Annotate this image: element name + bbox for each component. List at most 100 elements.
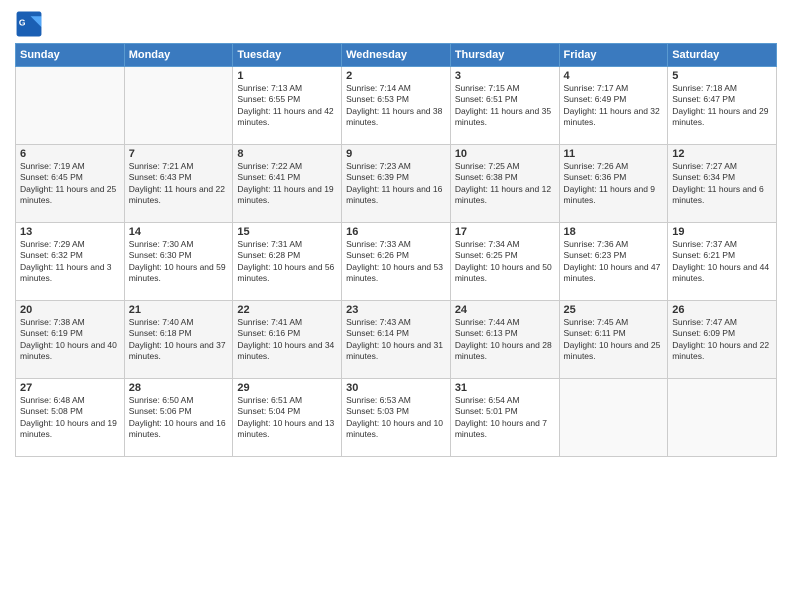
day-info: Sunrise: 7:27 AM Sunset: 6:34 PM Dayligh… <box>672 161 772 207</box>
calendar-cell: 29Sunrise: 6:51 AM Sunset: 5:04 PM Dayli… <box>233 379 342 457</box>
calendar-cell <box>559 379 668 457</box>
calendar-cell: 25Sunrise: 7:45 AM Sunset: 6:11 PM Dayli… <box>559 301 668 379</box>
calendar-table: SundayMondayTuesdayWednesdayThursdayFrid… <box>15 43 777 457</box>
calendar-cell: 4Sunrise: 7:17 AM Sunset: 6:49 PM Daylig… <box>559 67 668 145</box>
calendar-cell: 13Sunrise: 7:29 AM Sunset: 6:32 PM Dayli… <box>16 223 125 301</box>
header-row: G <box>15 10 777 38</box>
calendar-cell: 9Sunrise: 7:23 AM Sunset: 6:39 PM Daylig… <box>342 145 451 223</box>
calendar-cell: 22Sunrise: 7:41 AM Sunset: 6:16 PM Dayli… <box>233 301 342 379</box>
logo-icon: G <box>15 10 43 38</box>
calendar-cell: 19Sunrise: 7:37 AM Sunset: 6:21 PM Dayli… <box>668 223 777 301</box>
day-number: 27 <box>20 382 120 394</box>
day-info: Sunrise: 7:21 AM Sunset: 6:43 PM Dayligh… <box>129 161 229 207</box>
day-number: 29 <box>237 382 337 394</box>
calendar-cell: 2Sunrise: 7:14 AM Sunset: 6:53 PM Daylig… <box>342 67 451 145</box>
day-number: 18 <box>564 226 664 238</box>
day-number: 19 <box>672 226 772 238</box>
day-header-thursday: Thursday <box>450 44 559 67</box>
day-info: Sunrise: 7:41 AM Sunset: 6:16 PM Dayligh… <box>237 317 337 363</box>
calendar-cell: 23Sunrise: 7:43 AM Sunset: 6:14 PM Dayli… <box>342 301 451 379</box>
calendar-cell: 28Sunrise: 6:50 AM Sunset: 5:06 PM Dayli… <box>124 379 233 457</box>
day-info: Sunrise: 7:14 AM Sunset: 6:53 PM Dayligh… <box>346 83 446 129</box>
day-number: 28 <box>129 382 229 394</box>
day-number: 21 <box>129 304 229 316</box>
day-number: 3 <box>455 70 555 82</box>
day-number: 20 <box>20 304 120 316</box>
day-number: 22 <box>237 304 337 316</box>
day-number: 17 <box>455 226 555 238</box>
day-number: 11 <box>564 148 664 160</box>
calendar-cell: 16Sunrise: 7:33 AM Sunset: 6:26 PM Dayli… <box>342 223 451 301</box>
week-row-5: 27Sunrise: 6:48 AM Sunset: 5:08 PM Dayli… <box>16 379 777 457</box>
week-row-2: 6Sunrise: 7:19 AM Sunset: 6:45 PM Daylig… <box>16 145 777 223</box>
calendar-cell: 1Sunrise: 7:13 AM Sunset: 6:55 PM Daylig… <box>233 67 342 145</box>
day-number: 8 <box>237 148 337 160</box>
day-header-tuesday: Tuesday <box>233 44 342 67</box>
day-header-friday: Friday <box>559 44 668 67</box>
day-number: 9 <box>346 148 446 160</box>
day-header-monday: Monday <box>124 44 233 67</box>
day-number: 7 <box>129 148 229 160</box>
day-header-wednesday: Wednesday <box>342 44 451 67</box>
calendar-cell: 18Sunrise: 7:36 AM Sunset: 6:23 PM Dayli… <box>559 223 668 301</box>
day-info: Sunrise: 7:47 AM Sunset: 6:09 PM Dayligh… <box>672 317 772 363</box>
day-info: Sunrise: 7:38 AM Sunset: 6:19 PM Dayligh… <box>20 317 120 363</box>
day-number: 12 <box>672 148 772 160</box>
week-row-3: 13Sunrise: 7:29 AM Sunset: 6:32 PM Dayli… <box>16 223 777 301</box>
day-info: Sunrise: 7:13 AM Sunset: 6:55 PM Dayligh… <box>237 83 337 129</box>
day-number: 1 <box>237 70 337 82</box>
day-info: Sunrise: 7:34 AM Sunset: 6:25 PM Dayligh… <box>455 239 555 285</box>
day-number: 5 <box>672 70 772 82</box>
day-number: 26 <box>672 304 772 316</box>
day-info: Sunrise: 7:43 AM Sunset: 6:14 PM Dayligh… <box>346 317 446 363</box>
day-number: 6 <box>20 148 120 160</box>
day-info: Sunrise: 7:23 AM Sunset: 6:39 PM Dayligh… <box>346 161 446 207</box>
calendar-cell: 7Sunrise: 7:21 AM Sunset: 6:43 PM Daylig… <box>124 145 233 223</box>
day-info: Sunrise: 7:33 AM Sunset: 6:26 PM Dayligh… <box>346 239 446 285</box>
week-row-4: 20Sunrise: 7:38 AM Sunset: 6:19 PM Dayli… <box>16 301 777 379</box>
day-number: 4 <box>564 70 664 82</box>
day-info: Sunrise: 7:44 AM Sunset: 6:13 PM Dayligh… <box>455 317 555 363</box>
week-row-1: 1Sunrise: 7:13 AM Sunset: 6:55 PM Daylig… <box>16 67 777 145</box>
calendar-cell: 20Sunrise: 7:38 AM Sunset: 6:19 PM Dayli… <box>16 301 125 379</box>
day-info: Sunrise: 7:30 AM Sunset: 6:30 PM Dayligh… <box>129 239 229 285</box>
day-info: Sunrise: 7:45 AM Sunset: 6:11 PM Dayligh… <box>564 317 664 363</box>
day-info: Sunrise: 7:40 AM Sunset: 6:18 PM Dayligh… <box>129 317 229 363</box>
day-info: Sunrise: 7:31 AM Sunset: 6:28 PM Dayligh… <box>237 239 337 285</box>
calendar-cell: 24Sunrise: 7:44 AM Sunset: 6:13 PM Dayli… <box>450 301 559 379</box>
calendar-cell: 8Sunrise: 7:22 AM Sunset: 6:41 PM Daylig… <box>233 145 342 223</box>
day-info: Sunrise: 6:51 AM Sunset: 5:04 PM Dayligh… <box>237 395 337 441</box>
day-number: 14 <box>129 226 229 238</box>
calendar-cell: 11Sunrise: 7:26 AM Sunset: 6:36 PM Dayli… <box>559 145 668 223</box>
day-info: Sunrise: 6:53 AM Sunset: 5:03 PM Dayligh… <box>346 395 446 441</box>
day-number: 13 <box>20 226 120 238</box>
day-header-saturday: Saturday <box>668 44 777 67</box>
calendar-cell: 5Sunrise: 7:18 AM Sunset: 6:47 PM Daylig… <box>668 67 777 145</box>
day-number: 24 <box>455 304 555 316</box>
logo: G <box>15 10 47 38</box>
calendar-cell: 31Sunrise: 6:54 AM Sunset: 5:01 PM Dayli… <box>450 379 559 457</box>
calendar-cell <box>124 67 233 145</box>
day-info: Sunrise: 7:19 AM Sunset: 6:45 PM Dayligh… <box>20 161 120 207</box>
calendar-cell: 10Sunrise: 7:25 AM Sunset: 6:38 PM Dayli… <box>450 145 559 223</box>
calendar-container: G SundayMondayTuesdayWednesdayThursdayFr… <box>0 0 792 462</box>
calendar-cell: 26Sunrise: 7:47 AM Sunset: 6:09 PM Dayli… <box>668 301 777 379</box>
calendar-cell: 21Sunrise: 7:40 AM Sunset: 6:18 PM Dayli… <box>124 301 233 379</box>
calendar-cell: 3Sunrise: 7:15 AM Sunset: 6:51 PM Daylig… <box>450 67 559 145</box>
day-info: Sunrise: 7:37 AM Sunset: 6:21 PM Dayligh… <box>672 239 772 285</box>
day-number: 23 <box>346 304 446 316</box>
day-info: Sunrise: 7:36 AM Sunset: 6:23 PM Dayligh… <box>564 239 664 285</box>
day-number: 2 <box>346 70 446 82</box>
day-headers-row: SundayMondayTuesdayWednesdayThursdayFrid… <box>16 44 777 67</box>
day-info: Sunrise: 6:54 AM Sunset: 5:01 PM Dayligh… <box>455 395 555 441</box>
day-header-sunday: Sunday <box>16 44 125 67</box>
calendar-cell <box>668 379 777 457</box>
calendar-cell: 30Sunrise: 6:53 AM Sunset: 5:03 PM Dayli… <box>342 379 451 457</box>
calendar-cell: 15Sunrise: 7:31 AM Sunset: 6:28 PM Dayli… <box>233 223 342 301</box>
calendar-cell: 6Sunrise: 7:19 AM Sunset: 6:45 PM Daylig… <box>16 145 125 223</box>
day-number: 30 <box>346 382 446 394</box>
day-number: 10 <box>455 148 555 160</box>
calendar-cell: 12Sunrise: 7:27 AM Sunset: 6:34 PM Dayli… <box>668 145 777 223</box>
day-info: Sunrise: 7:29 AM Sunset: 6:32 PM Dayligh… <box>20 239 120 285</box>
day-info: Sunrise: 7:22 AM Sunset: 6:41 PM Dayligh… <box>237 161 337 207</box>
